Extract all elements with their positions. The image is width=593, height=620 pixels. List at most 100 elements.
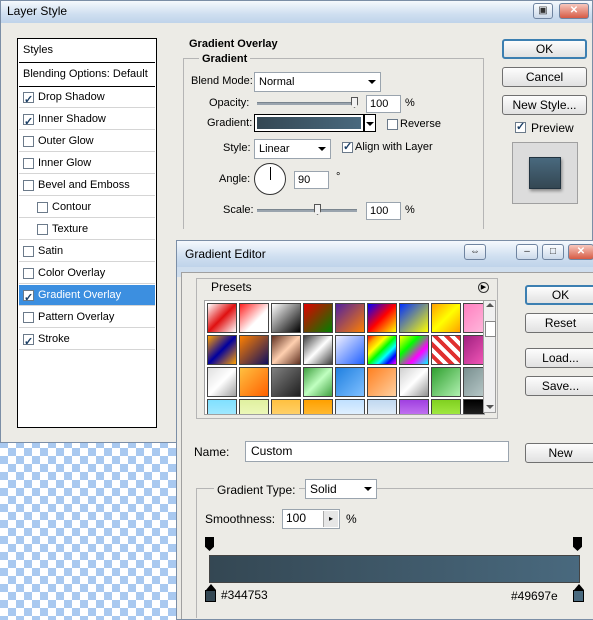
style-item-satin[interactable]: Satin: [19, 241, 155, 262]
style-item-checkbox[interactable]: [23, 112, 34, 132]
style-item-checkbox[interactable]: [23, 158, 34, 169]
style-item-checkbox[interactable]: [23, 180, 34, 191]
preset-swatch[interactable]: [303, 303, 333, 333]
style-select[interactable]: Linear: [254, 139, 331, 159]
preset-swatch[interactable]: [367, 335, 397, 365]
blend-mode-select[interactable]: Normal: [254, 72, 381, 92]
gradient-picker[interactable]: [254, 114, 364, 132]
style-item-contour[interactable]: Contour: [19, 197, 155, 218]
style-item-checkbox[interactable]: [23, 90, 34, 110]
smoothness-stepper-icon[interactable]: ▸: [323, 511, 338, 527]
style-item-checkbox[interactable]: [23, 136, 34, 147]
preset-swatch[interactable]: [367, 367, 397, 397]
preset-swatch[interactable]: [367, 303, 397, 333]
preset-swatch[interactable]: [271, 303, 301, 333]
preset-swatch[interactable]: [335, 303, 365, 333]
restore-icon[interactable]: ▣: [533, 3, 553, 19]
align-with-layer-checkbox[interactable]: [342, 140, 353, 153]
new-style-button[interactable]: New Style...: [502, 95, 587, 115]
preset-swatch[interactable]: [239, 367, 269, 397]
style-item-gradient-overlay[interactable]: Gradient Overlay: [19, 285, 155, 308]
opacity-slider[interactable]: [257, 102, 357, 105]
style-item-inner-glow[interactable]: Inner Glow: [19, 153, 155, 174]
styles-header[interactable]: Styles: [19, 39, 155, 63]
gradient-editor-titlebar[interactable]: Gradient Editor ⇔ – □ ✕: [177, 241, 593, 267]
preset-swatch[interactable]: [239, 335, 269, 365]
preset-swatch[interactable]: [239, 399, 269, 414]
gradient-type-select[interactable]: Solid: [305, 479, 377, 499]
preset-swatch[interactable]: [239, 303, 269, 333]
preset-swatch[interactable]: [431, 335, 461, 365]
maximize-icon[interactable]: □: [542, 244, 564, 260]
scale-input[interactable]: 100: [366, 202, 401, 220]
scroll-down-icon[interactable]: [486, 405, 494, 409]
preset-swatch[interactable]: [207, 303, 237, 333]
preset-swatch[interactable]: [463, 303, 484, 333]
presets-scrollbar[interactable]: [483, 300, 496, 413]
preset-swatch[interactable]: [431, 303, 461, 333]
ok-button[interactable]: OK: [502, 39, 587, 59]
opacity-input[interactable]: 100: [366, 95, 401, 113]
preset-swatch[interactable]: [399, 367, 429, 397]
minimize-icon[interactable]: –: [516, 244, 538, 260]
preset-swatch[interactable]: [463, 367, 484, 397]
preset-swatch[interactable]: [207, 335, 237, 365]
style-item-pattern-overlay[interactable]: Pattern Overlay: [19, 307, 155, 328]
preset-swatch[interactable]: [271, 367, 301, 397]
preset-swatch[interactable]: [303, 335, 333, 365]
preset-swatch[interactable]: [303, 399, 333, 414]
style-item-color-overlay[interactable]: Color Overlay: [19, 263, 155, 284]
angle-input[interactable]: 90: [294, 171, 329, 189]
resize-icon[interactable]: ⇔: [464, 244, 486, 260]
cancel-button[interactable]: Cancel: [502, 67, 587, 87]
style-item-checkbox[interactable]: [23, 312, 34, 323]
save-button[interactable]: Save...: [525, 376, 593, 396]
layer-style-titlebar[interactable]: Layer Style ▣ ✕: [1, 1, 592, 23]
preset-swatch[interactable]: [431, 399, 461, 414]
preset-swatch[interactable]: [271, 399, 301, 414]
style-item-checkbox[interactable]: [23, 246, 34, 257]
reverse-checkbox[interactable]: [387, 119, 398, 130]
style-item-bevel-and-emboss[interactable]: Bevel and Emboss: [19, 175, 155, 196]
scroll-up-icon[interactable]: [486, 303, 494, 307]
preset-swatch[interactable]: [399, 303, 429, 333]
new-button[interactable]: New: [525, 443, 593, 463]
preset-swatch[interactable]: [399, 399, 429, 414]
style-item-checkbox[interactable]: [23, 288, 34, 308]
gradient-ok-button[interactable]: OK: [525, 285, 593, 305]
preset-swatch[interactable]: [335, 399, 365, 414]
color-stop-right[interactable]: [573, 584, 584, 604]
preset-swatch[interactable]: [431, 367, 461, 397]
angle-dial[interactable]: [254, 163, 286, 195]
close-icon[interactable]: ✕: [568, 244, 593, 260]
close-icon[interactable]: ✕: [559, 3, 589, 19]
reset-button[interactable]: Reset: [525, 313, 593, 333]
preset-swatch[interactable]: [335, 335, 365, 365]
preset-swatch[interactable]: [367, 399, 397, 414]
style-item-outer-glow[interactable]: Outer Glow: [19, 131, 155, 152]
scale-slider[interactable]: [257, 209, 357, 212]
preset-swatch[interactable]: [335, 367, 365, 397]
preset-swatch[interactable]: [207, 399, 237, 414]
scroll-thumb[interactable]: [485, 321, 496, 337]
preset-swatch[interactable]: [207, 367, 237, 397]
style-item-drop-shadow[interactable]: Drop Shadow: [19, 87, 155, 110]
smoothness-input[interactable]: 100 ▸: [282, 509, 340, 529]
name-input[interactable]: Custom: [245, 441, 509, 462]
presets-menu-icon[interactable]: ▶: [478, 282, 489, 293]
blending-options-item[interactable]: Blending Options: Default: [19, 63, 155, 87]
style-item-checkbox[interactable]: [37, 202, 48, 213]
preset-swatch[interactable]: [463, 335, 484, 365]
preset-swatch[interactable]: [399, 335, 429, 365]
gradient-dropdown-button[interactable]: [364, 114, 376, 132]
style-item-checkbox[interactable]: [23, 332, 34, 352]
preview-checkbox[interactable]: [515, 120, 526, 133]
style-item-inner-shadow[interactable]: Inner Shadow: [19, 109, 155, 132]
style-item-checkbox[interactable]: [23, 268, 34, 279]
style-item-checkbox[interactable]: [37, 224, 48, 235]
preset-swatch[interactable]: [463, 399, 484, 414]
preset-swatch[interactable]: [271, 335, 301, 365]
style-item-texture[interactable]: Texture: [19, 219, 155, 240]
load-button[interactable]: Load...: [525, 348, 593, 368]
preset-swatch[interactable]: [303, 367, 333, 397]
